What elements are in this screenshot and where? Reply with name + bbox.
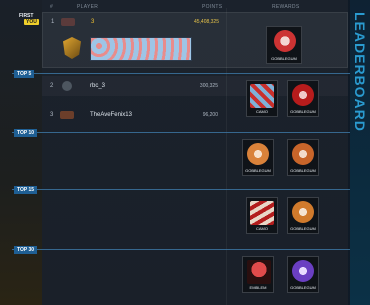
gobblegum-icon — [274, 30, 296, 52]
row-points: 45,408,325 — [193, 19, 219, 25]
gobblegum-icon — [292, 260, 314, 282]
emblem-icon — [61, 18, 75, 26]
reward-caption: GOBBLEGUM — [290, 226, 316, 231]
reward-gobblegum-top30[interactable]: GOBBLEGUM — [287, 256, 319, 293]
gobblegum-icon — [247, 143, 269, 165]
you-badge: YOU — [24, 19, 39, 25]
row-rank: 3 — [50, 112, 54, 118]
header-player: PLAYER — [77, 4, 99, 10]
emblem-icon — [62, 81, 72, 91]
camo-icon — [250, 201, 274, 225]
leaderboard-side-title: LEADERBOARD — [352, 12, 368, 132]
tier-divider-top5 — [12, 73, 350, 74]
header-rewards: REWARDS — [272, 4, 300, 10]
rank-crest-icon — [63, 37, 81, 59]
tier-divider-top30 — [12, 249, 350, 250]
emblem-icon — [60, 111, 74, 119]
reward-gobblegum-top5[interactable]: GOBBLEGUM — [287, 80, 319, 117]
reward-gobblegum-top15[interactable]: GOBBLEGUM — [287, 197, 319, 234]
reward-caption: EMBLEM — [249, 285, 267, 290]
emblem-icon — [247, 260, 271, 284]
reward-caption: CAMO — [256, 109, 268, 114]
tier-divider-top15 — [12, 189, 350, 190]
header-points: POINTS — [202, 4, 223, 10]
calling-card-image — [90, 37, 192, 61]
gobblegum-icon — [292, 143, 314, 165]
reward-caption: GOBBLEGUM — [245, 168, 271, 173]
reward-caption: GOBBLEGUM — [271, 56, 297, 61]
table-row[interactable]: 1 3 45,408,325 — [42, 12, 348, 68]
row-player-name: rbc_3 — [90, 83, 106, 89]
camo-icon — [250, 84, 274, 108]
reward-caption: GOBBLEGUM — [290, 109, 316, 114]
tier-divider-top10 — [12, 132, 350, 133]
reward-camo-top15[interactable]: CAMO — [246, 197, 278, 234]
header-rank: # — [50, 4, 54, 10]
tier-top10-label: TOP 10 — [14, 129, 38, 137]
reward-caption: CAMO — [256, 226, 268, 231]
leaderboard-screen: LEADERBOARD # PLAYER POINTS REWARDS FIRS… — [0, 0, 370, 305]
row-player-name: TheAveFenix13 — [90, 112, 132, 118]
tier-top30-label: TOP 30 — [14, 246, 38, 254]
gobblegum-icon — [292, 201, 314, 223]
row-player-name: 3 — [91, 19, 95, 25]
row-rank: 1 — [51, 19, 55, 25]
reward-gobblegum-top10-a[interactable]: GOBBLEGUM — [242, 139, 274, 176]
tier-top15-label: TOP 15 — [14, 186, 38, 194]
reward-gobblegum-top10-b[interactable]: GOBBLEGUM — [287, 139, 319, 176]
row-rank: 2 — [50, 83, 54, 89]
reward-gobblegum-first[interactable]: GOBBLEGUM — [266, 26, 302, 64]
reward-caption: GOBBLEGUM — [290, 285, 316, 290]
reward-caption: GOBBLEGUM — [290, 168, 316, 173]
row-points: 96,200 — [202, 112, 218, 118]
gobblegum-icon — [292, 84, 314, 106]
reward-camo-top5[interactable]: CAMO — [246, 80, 278, 117]
reward-emblem-top30[interactable]: EMBLEM — [242, 256, 274, 293]
row-points: 300,325 — [199, 83, 218, 89]
tier-top5-label: TOP 5 — [14, 70, 35, 78]
left-panel — [0, 0, 42, 305]
